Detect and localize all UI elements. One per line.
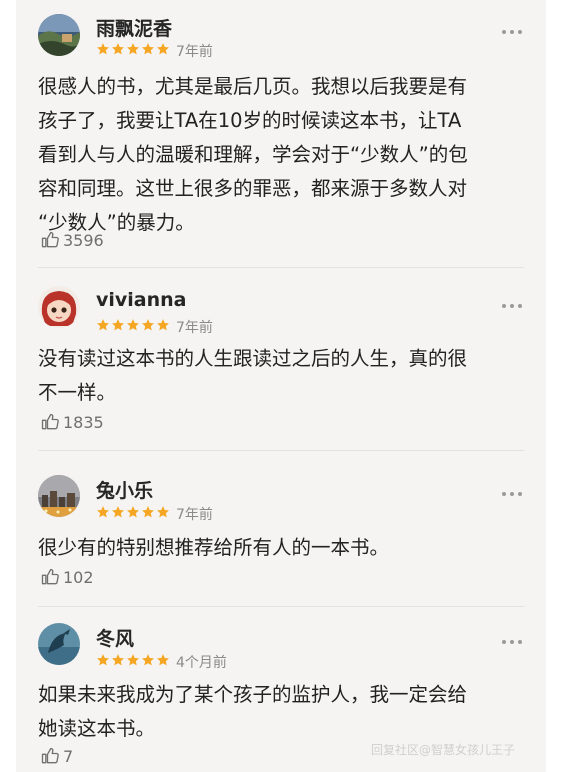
star-icon xyxy=(142,43,154,55)
review-list: 雨飘泥香 7年前 很感人的书，尤其是最后几页。我想以后我要是有 孩子了，我要让T… xyxy=(16,0,546,772)
username[interactable]: vivianna xyxy=(96,289,187,311)
review-time: 7年前 xyxy=(176,44,213,60)
like-button[interactable]: 1835 xyxy=(40,412,104,432)
user-avatar[interactable] xyxy=(38,623,80,665)
divider xyxy=(38,450,524,451)
star-icon xyxy=(112,506,124,518)
user-avatar[interactable] xyxy=(38,475,80,517)
star-icon xyxy=(127,319,139,331)
night-city-avatar-icon xyxy=(38,475,80,517)
review-content: 如果未来我成为了某个孩子的监护人，我一定会给 她读这本书。 xyxy=(38,683,468,740)
thumbs-up-icon xyxy=(41,747,59,764)
divider xyxy=(38,606,524,607)
star-icon xyxy=(157,506,169,518)
star-icon xyxy=(97,654,109,666)
star-rating xyxy=(96,42,170,56)
divider xyxy=(38,267,524,268)
more-options-icon[interactable] xyxy=(500,490,524,498)
like-count: 102 xyxy=(63,567,94,587)
username[interactable]: 雨飘泥香 xyxy=(96,14,172,41)
star-icon xyxy=(112,319,124,331)
cartoon-girl-avatar-icon xyxy=(38,286,80,328)
landscape-avatar-icon xyxy=(38,14,80,56)
more-options-icon[interactable] xyxy=(500,28,524,36)
star-icon xyxy=(97,319,109,331)
review-time: 7年前 xyxy=(176,320,213,336)
star-icon xyxy=(97,43,109,55)
star-icon xyxy=(142,654,154,666)
star-icon xyxy=(127,506,139,518)
review-content: 很少有的特别想推荐给所有人的一本书。 xyxy=(38,536,390,559)
username[interactable]: 冬风 xyxy=(96,624,134,651)
user-avatar[interactable] xyxy=(38,286,80,328)
star-icon xyxy=(112,654,124,666)
star-icon xyxy=(142,506,154,518)
review-content: 很感人的书，尤其是最后几页。我想以后我要是有 孩子了，我要让TA在10岁的时候读… xyxy=(38,75,468,234)
like-button[interactable]: 3596 xyxy=(40,230,104,250)
user-avatar[interactable] xyxy=(38,14,80,56)
review-time: 7年前 xyxy=(176,507,213,523)
review-content: 没有读过这本书的人生跟读过之后的人生，真的很 不一样。 xyxy=(38,347,468,404)
like-button[interactable]: 7 xyxy=(40,746,73,766)
star-icon xyxy=(157,319,169,331)
thumbs-up-icon xyxy=(41,413,59,430)
like-button[interactable]: 102 xyxy=(40,567,94,587)
star-icon xyxy=(127,43,139,55)
star-icon xyxy=(142,319,154,331)
thumbs-up-icon xyxy=(41,231,59,248)
like-count: 1835 xyxy=(63,412,104,432)
like-count: 7 xyxy=(63,746,74,766)
star-icon xyxy=(97,506,109,518)
more-options-icon[interactable] xyxy=(500,638,524,646)
star-icon xyxy=(157,43,169,55)
username[interactable]: 兔小乐 xyxy=(96,476,153,503)
thumbs-up-icon xyxy=(41,568,59,585)
star-rating xyxy=(96,318,170,332)
watermark: 回复社区@智慧女孩儿王子 xyxy=(371,743,516,757)
like-count: 3596 xyxy=(63,230,104,250)
star-icon xyxy=(157,654,169,666)
more-options-icon[interactable] xyxy=(500,302,524,310)
star-rating xyxy=(96,505,170,519)
star-icon xyxy=(112,43,124,55)
star-rating xyxy=(96,653,170,667)
dolphin-avatar-icon xyxy=(38,623,80,665)
star-icon xyxy=(127,654,139,666)
review-time: 4个月前 xyxy=(176,655,227,671)
